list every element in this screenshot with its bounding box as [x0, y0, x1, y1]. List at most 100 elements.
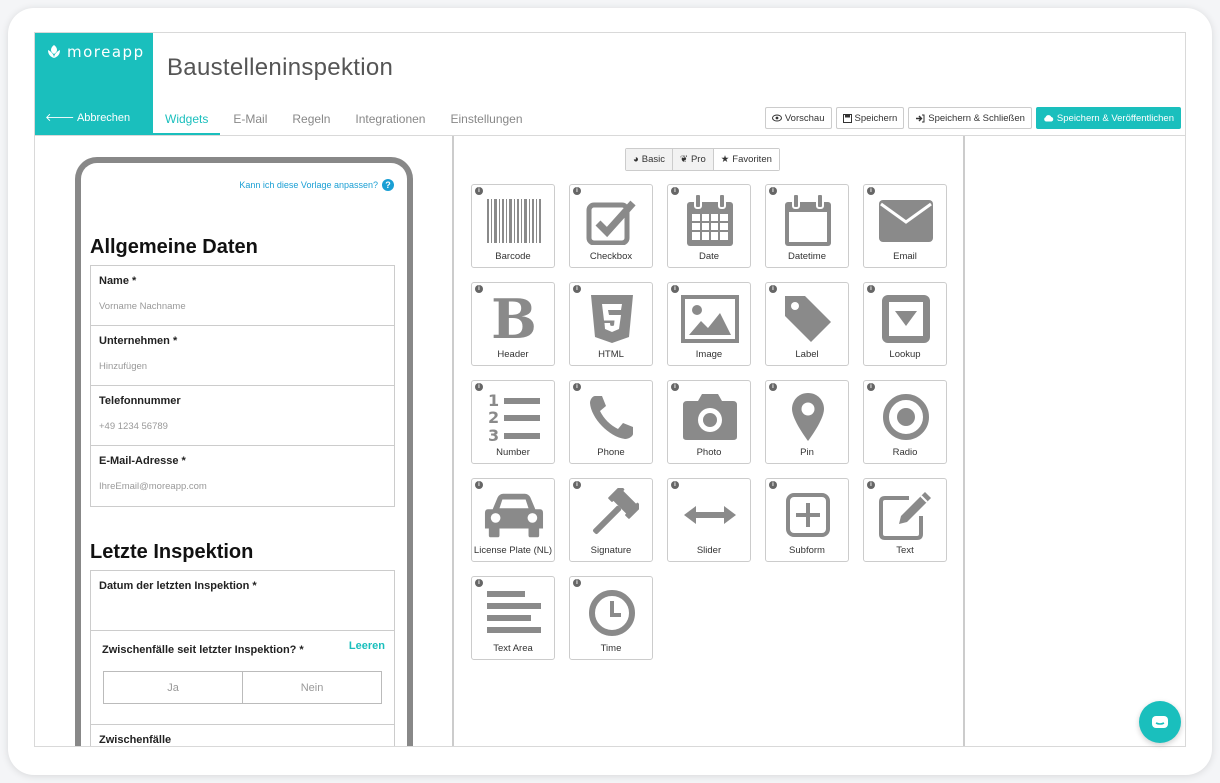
widget-label: Phone	[597, 447, 625, 458]
save-close-label: Speichern & Schließen	[928, 112, 1025, 124]
field-name[interactable]: Name * Vorname Nachname	[91, 266, 394, 326]
field-email[interactable]: E-Mail-Adresse * IhreEmail@moreapp.com	[91, 446, 394, 506]
widget-number[interactable]: i 123 Number	[471, 380, 555, 464]
widget-subform[interactable]: i Subform	[765, 478, 849, 562]
widget-label: HTML	[598, 349, 624, 360]
dropdown-icon	[876, 291, 936, 347]
numbered-list-icon: 123	[484, 389, 544, 445]
widget-email[interactable]: i Email	[863, 184, 947, 268]
widget-slider[interactable]: i Slider	[667, 478, 751, 562]
chat-button[interactable]	[1139, 701, 1181, 743]
brand-panel: moreapp 🡐 Abbrechen	[35, 33, 153, 135]
widget-date[interactable]: i Date	[667, 184, 751, 268]
cancel-button[interactable]: 🡐 Abbrechen	[45, 110, 130, 124]
field-placeholder: +49 1234 56789	[99, 421, 168, 432]
info-icon[interactable]: i	[867, 187, 875, 195]
bold-b-icon: B	[491, 287, 537, 351]
info-icon[interactable]: i	[475, 383, 483, 391]
tab-email[interactable]: E-Mail	[221, 106, 279, 135]
category-favorites[interactable]: ★ Favoriten	[713, 149, 779, 170]
preview-button[interactable]: Vorschau	[764, 107, 832, 129]
section-title: Letzte Inspektion	[90, 541, 254, 563]
widget-header[interactable]: i B Header	[471, 282, 555, 366]
category-pro[interactable]: ❦ Pro	[672, 149, 714, 170]
widget-label: Radio	[892, 447, 918, 458]
category-basic[interactable]: ◕ Basic	[626, 149, 673, 170]
info-icon[interactable]: i	[867, 383, 875, 391]
info-icon[interactable]: i	[573, 285, 581, 293]
arrow-left-icon: 🡐	[45, 112, 75, 124]
save-label: Speichern	[854, 112, 898, 124]
widget-text[interactable]: i Text	[863, 478, 947, 562]
field-label: Zwischenfälle seit letzter Inspektion? *	[102, 644, 304, 656]
help-link[interactable]: Kann ich diese Vorlage anpassen? ?	[239, 179, 394, 191]
info-icon[interactable]: i	[769, 187, 777, 195]
widget-html[interactable]: i HTML	[569, 282, 653, 366]
tab-bar: Widgets E-Mail Regeln Integrationen Eins…	[153, 106, 536, 135]
clear-button[interactable]: Leeren	[349, 640, 385, 652]
page-title: Baustelleninspektion	[167, 54, 394, 81]
toolbar: Vorschau Speichern Speichern & Schließen…	[764, 107, 1181, 129]
field-label: Zwischenfälle	[99, 734, 172, 746]
tab-integrations[interactable]: Integrationen	[343, 106, 437, 135]
widget-checkbox[interactable]: i Checkbox	[569, 184, 653, 268]
widget-license-plate[interactable]: i License Plate (NL)	[471, 478, 555, 562]
camera-icon	[680, 389, 740, 445]
tab-settings[interactable]: Einstellungen	[438, 106, 534, 135]
info-icon[interactable]: i	[573, 579, 581, 587]
save-button[interactable]: Speichern	[835, 107, 905, 129]
info-icon[interactable]: i	[769, 481, 777, 489]
tab-widgets[interactable]: Widgets	[153, 106, 221, 135]
widget-photo[interactable]: i Photo	[667, 380, 751, 464]
widget-label: Image	[695, 349, 723, 360]
info-icon[interactable]: i	[573, 187, 581, 195]
yes-option[interactable]: Ja	[104, 672, 243, 703]
widget-label: Number	[496, 447, 530, 458]
info-icon[interactable]: i	[671, 187, 679, 195]
field-label: Name *	[99, 275, 137, 287]
info-icon[interactable]: i	[671, 285, 679, 293]
info-icon[interactable]: i	[573, 383, 581, 391]
widget-barcode[interactable]: i Barcode	[471, 184, 555, 268]
info-icon[interactable]: i	[475, 481, 483, 489]
save-close-button[interactable]: Speichern & Schließen	[908, 107, 1032, 129]
info-icon[interactable]: i	[475, 187, 483, 195]
widget-label-tag[interactable]: i Label	[765, 282, 849, 366]
info-icon[interactable]: i	[867, 481, 875, 489]
widget-label: Text Area	[493, 643, 533, 654]
info-icon[interactable]: i	[671, 481, 679, 489]
info-icon[interactable]: i	[769, 383, 777, 391]
field-incidents[interactable]: Zwischenfälle	[91, 725, 394, 746]
info-icon[interactable]: i	[671, 383, 679, 391]
preview-label: Vorschau	[784, 112, 825, 124]
widget-lookup[interactable]: i Lookup	[863, 282, 947, 366]
info-icon[interactable]: i	[769, 285, 777, 293]
field-last-inspection-date[interactable]: Datum der letzten Inspektion *	[91, 571, 394, 631]
no-option[interactable]: Nein	[243, 672, 381, 703]
widget-radio[interactable]: i Radio	[863, 380, 947, 464]
info-icon[interactable]: i	[573, 481, 581, 489]
phone-icon	[582, 389, 642, 445]
category-label: Pro	[690, 154, 706, 165]
leaf-icon: ❦	[679, 154, 688, 165]
save-publish-button[interactable]: Speichern & Veröffentlichen	[1035, 107, 1181, 129]
info-icon[interactable]: i	[867, 285, 875, 293]
tab-rules[interactable]: Regeln	[280, 106, 342, 135]
field-company[interactable]: Unternehmen * Hinzufügen	[91, 326, 394, 386]
info-icon[interactable]: i	[475, 285, 483, 293]
widget-text-area[interactable]: i Text Area	[471, 576, 555, 660]
widget-signature[interactable]: i Signature	[569, 478, 653, 562]
widget-label: Pin	[800, 447, 814, 458]
widget-label: Slider	[696, 545, 722, 556]
widget-time[interactable]: i Time	[569, 576, 653, 660]
widget-image[interactable]: i Image	[667, 282, 751, 366]
envelope-icon	[876, 193, 936, 249]
align-left-icon	[484, 585, 544, 641]
widget-datetime[interactable]: i Datetime	[765, 184, 849, 268]
widget-pin[interactable]: i Pin	[765, 380, 849, 464]
field-phone[interactable]: Telefonnummer +49 1234 56789	[91, 386, 394, 446]
widget-phone[interactable]: i Phone	[569, 380, 653, 464]
save-publish-label: Speichern & Veröffentlichen	[1056, 112, 1174, 124]
info-icon[interactable]: i	[475, 579, 483, 587]
checkbox-icon	[582, 193, 642, 249]
